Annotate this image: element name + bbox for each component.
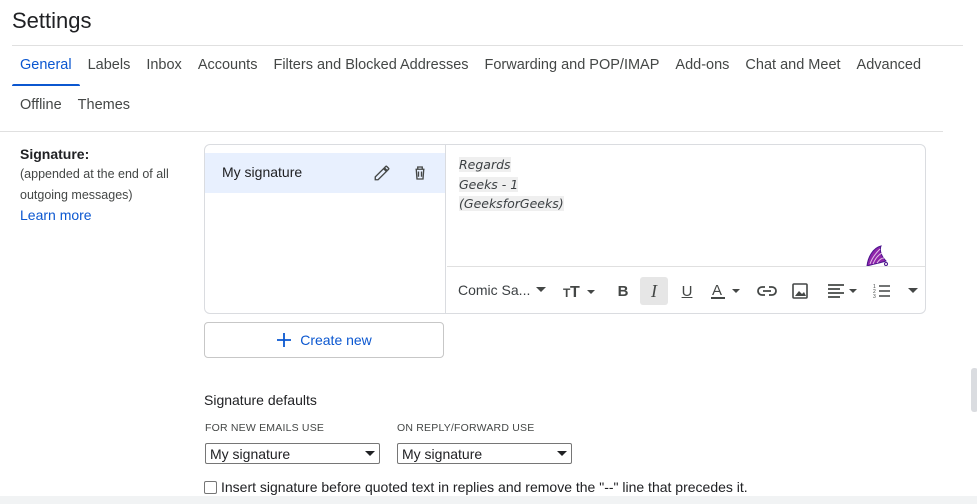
signature-line-2: Geeks - 1 (459, 176, 519, 192)
signature-list-item[interactable]: My signature (205, 153, 445, 193)
align-icon[interactable] (825, 277, 861, 305)
text-size-icon: TT (563, 284, 595, 300)
italic-icon[interactable]: I (640, 277, 668, 305)
signature-item-name: My signature (222, 164, 303, 180)
new-emails-label: FOR NEW EMAILS USE (205, 422, 325, 434)
new-emails-selected-value: My signature (210, 445, 291, 462)
learn-more-link[interactable]: Learn more (20, 207, 92, 223)
font-size-button[interactable]: TT (562, 277, 598, 305)
scrollbar-thumb[interactable] (971, 368, 977, 412)
tab-chat-meet[interactable]: Chat and Meet (737, 46, 848, 86)
bottom-strip (0, 496, 977, 504)
font-family-dropdown[interactable]: Comic Sa... (458, 282, 547, 298)
link-icon[interactable] (755, 277, 779, 305)
reply-forward-label: ON REPLY/FORWARD USE (397, 422, 535, 434)
insert-before-quoted-checkbox[interactable] (204, 480, 217, 494)
svg-text:T: T (570, 284, 580, 300)
signature-title: Signature: (20, 146, 90, 162)
signature-line-3: (GeeksforGeeks) (459, 196, 564, 211)
bold-icon[interactable]: B (611, 277, 635, 305)
svg-text:3: 3 (873, 294, 876, 299)
signature-description: (appended at the end of all outgoing mes… (20, 164, 190, 206)
formatting-toolbar: Comic Sa... TT B I U A 123 (447, 266, 925, 313)
plus-icon (277, 333, 292, 347)
tab-offline[interactable]: Offline (12, 86, 70, 126)
new-emails-select[interactable]: My signature (205, 443, 380, 464)
tab-row-1: General Labels Inbox Accounts Filters an… (12, 46, 962, 86)
svg-text:A: A (712, 282, 722, 299)
tab-inbox[interactable]: Inbox (138, 46, 189, 86)
text-color-icon[interactable]: A (709, 277, 743, 305)
create-new-button[interactable]: Create new (204, 322, 444, 358)
signature-defaults-title: Signature defaults (204, 392, 317, 408)
tab-general[interactable]: General (12, 46, 80, 86)
tab-row-2: Offline Themes (12, 86, 962, 126)
signature-editor-box: My signature Regards Geeks - 1 (Geeksfor… (204, 144, 926, 314)
tab-forwarding[interactable]: Forwarding and POP/IMAP (477, 46, 668, 86)
more-formatting-icon[interactable] (903, 277, 923, 305)
numbered-list-icon[interactable]: 123 (870, 277, 894, 305)
underline-icon[interactable]: U (675, 277, 699, 305)
signature-desc-line-2: outgoing messages) (20, 188, 133, 202)
tab-themes[interactable]: Themes (70, 86, 138, 126)
font-family-label: Comic Sa... (458, 282, 531, 298)
insert-before-quoted-label: Insert signature before quoted text in r… (221, 479, 748, 495)
chevron-down-icon (557, 450, 567, 456)
signature-text-editor[interactable]: Regards Geeks - 1 (GeeksforGeeks) (447, 145, 925, 265)
reply-forward-selected-value: My signature (402, 445, 483, 462)
chevron-down-icon (365, 450, 375, 456)
insert-before-quoted-row: Insert signature before quoted text in r… (204, 479, 748, 495)
create-new-label: Create new (300, 332, 372, 348)
tab-filters[interactable]: Filters and Blocked Addresses (265, 46, 476, 86)
page-title: Settings (12, 8, 92, 33)
edit-pencil-icon[interactable] (370, 161, 394, 185)
signature-label-group: Signature: (appended at the end of all o… (20, 146, 190, 225)
tabs-divider (0, 131, 943, 132)
image-icon[interactable] (788, 277, 812, 305)
tab-accounts[interactable]: Accounts (190, 46, 266, 86)
signature-line-1: Regards (459, 157, 511, 172)
signature-list: My signature (205, 145, 446, 313)
delete-trash-icon[interactable] (408, 161, 432, 185)
tab-advanced[interactable]: Advanced (849, 46, 930, 86)
tab-labels[interactable]: Labels (80, 46, 139, 86)
tab-addons[interactable]: Add-ons (667, 46, 737, 86)
settings-tabs: General Labels Inbox Accounts Filters an… (12, 46, 962, 126)
signature-desc-line-1: (appended at the end of all (20, 167, 169, 181)
chevron-down-icon (536, 287, 547, 292)
reply-forward-select[interactable]: My signature (397, 443, 572, 464)
